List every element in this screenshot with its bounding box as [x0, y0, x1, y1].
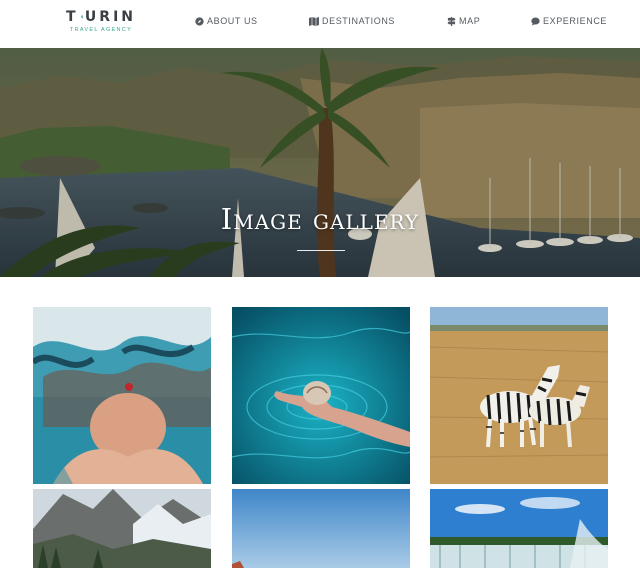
- gallery-item-sky[interactable]: [232, 489, 410, 568]
- gallery-item-waterfall[interactable]: [430, 489, 608, 568]
- brand-name-right: URIN: [84, 9, 136, 25]
- gallery-item-underwater-swimmer[interactable]: [33, 307, 211, 484]
- gallery-photo: [33, 489, 211, 568]
- nav-label: ABOUT US: [207, 16, 258, 26]
- nav-map[interactable]: MAP: [447, 16, 480, 26]
- gallery-photo: [430, 489, 608, 568]
- gallery-photo: [232, 307, 410, 484]
- hero-divider: [297, 250, 345, 251]
- nav-label: MAP: [459, 16, 481, 26]
- brand-name-left: T: [66, 9, 79, 25]
- top-navbar: T URIN TRAVEL AGENCY ABOUT US DESTINATIO…: [0, 0, 640, 48]
- location-pin-icon: [80, 15, 83, 19]
- gallery-photo: [33, 307, 211, 484]
- gallery-item-hand-with-shell[interactable]: [232, 307, 410, 484]
- gallery-item-zebras[interactable]: [430, 307, 608, 484]
- hero-banner: Image gallery: [0, 48, 640, 277]
- nav-destinations[interactable]: DESTINATIONS: [309, 16, 395, 26]
- gallery-photo: [430, 307, 608, 484]
- nav-label: DESTINATIONS: [322, 16, 396, 26]
- brand-name: T URIN: [66, 9, 136, 25]
- image-gallery: [0, 277, 640, 568]
- gallery-item-mountains[interactable]: [33, 489, 211, 568]
- nav-about-us[interactable]: ABOUT US: [195, 16, 258, 26]
- nav-label: EXPERIENCE: [543, 16, 608, 26]
- brand-tagline: TRAVEL AGENCY: [69, 27, 133, 33]
- hero-title: Image gallery: [220, 202, 420, 236]
- chat-bubble-icon: [531, 17, 540, 26]
- gallery-photo: [232, 489, 410, 568]
- compass-icon: [195, 16, 204, 26]
- hero-background-image: [0, 48, 640, 277]
- nav-experience[interactable]: EXPERIENCE: [531, 16, 607, 26]
- signpost-icon: [447, 16, 456, 26]
- map-fold-icon: [309, 16, 319, 26]
- brand-logo[interactable]: T URIN TRAVEL AGENCY: [66, 9, 136, 33]
